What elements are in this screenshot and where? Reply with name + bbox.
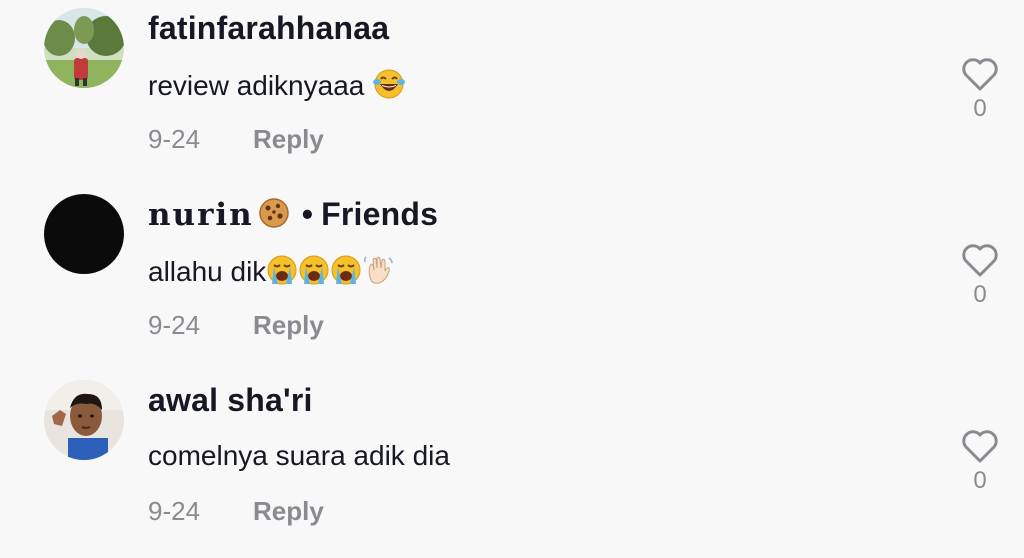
loudly-crying-emoji-icon bbox=[298, 254, 330, 293]
comment-text-body: review adiknyaaa bbox=[148, 70, 365, 101]
waving-hand-emoji-icon bbox=[362, 254, 394, 293]
username-text: awal sha'ri bbox=[148, 382, 313, 418]
like-count: 0 bbox=[973, 467, 987, 494]
laughing-tears-emoji-icon bbox=[372, 68, 406, 107]
loudly-crying-emoji-icon bbox=[266, 254, 298, 293]
like-count: 0 bbox=[973, 95, 987, 122]
heart-icon bbox=[962, 430, 998, 463]
comment-username[interactable]: fatinfarahhanaa bbox=[148, 10, 389, 47]
comment-username[interactable]: awal sha'ri bbox=[148, 382, 313, 419]
avatar[interactable] bbox=[44, 8, 124, 88]
username-text: fatinfarahhanaa bbox=[148, 10, 390, 46]
comment-text: allahu dik bbox=[148, 254, 394, 293]
reply-button[interactable]: Reply bbox=[253, 310, 324, 341]
like-button[interactable]: 0 bbox=[958, 242, 1002, 309]
cookie-emoji-icon bbox=[258, 197, 290, 237]
comment-text-body: comelnya suara adik dia bbox=[148, 440, 450, 471]
friends-label: Friends bbox=[321, 196, 439, 232]
avatar[interactable] bbox=[44, 380, 124, 460]
like-count: 0 bbox=[973, 281, 987, 308]
reply-button[interactable]: Reply bbox=[253, 496, 324, 527]
like-button[interactable]: 0 bbox=[958, 428, 1002, 495]
separator-dot: • bbox=[301, 196, 314, 232]
comment-text: comelnya suara adik dia bbox=[148, 440, 450, 472]
comment-date: 9-24 bbox=[148, 496, 201, 526]
comment-date: 9-24 bbox=[148, 124, 201, 154]
comment-date: 9-24 bbox=[148, 310, 201, 340]
comment-item: awal sha'ri comelnya suara adik dia 9-24… bbox=[0, 372, 1024, 558]
comment-text-body: allahu dik bbox=[148, 256, 267, 287]
comment-username[interactable]: nurin • Friends bbox=[148, 196, 438, 237]
heart-icon bbox=[962, 58, 998, 91]
comment-item: nurin • Friends allahu dik 9-24 Reply 0 bbox=[0, 186, 1024, 372]
avatar[interactable] bbox=[44, 194, 124, 274]
comment-item: fatinfarahhanaa review adiknyaaa 9-24 Re… bbox=[0, 0, 1024, 186]
like-button[interactable]: 0 bbox=[958, 56, 1002, 123]
username-text: nurin bbox=[148, 197, 254, 233]
loudly-crying-emoji-icon bbox=[330, 254, 362, 293]
heart-icon bbox=[962, 244, 998, 277]
reply-button[interactable]: Reply bbox=[253, 124, 324, 155]
comment-text: review adiknyaaa bbox=[148, 68, 406, 107]
